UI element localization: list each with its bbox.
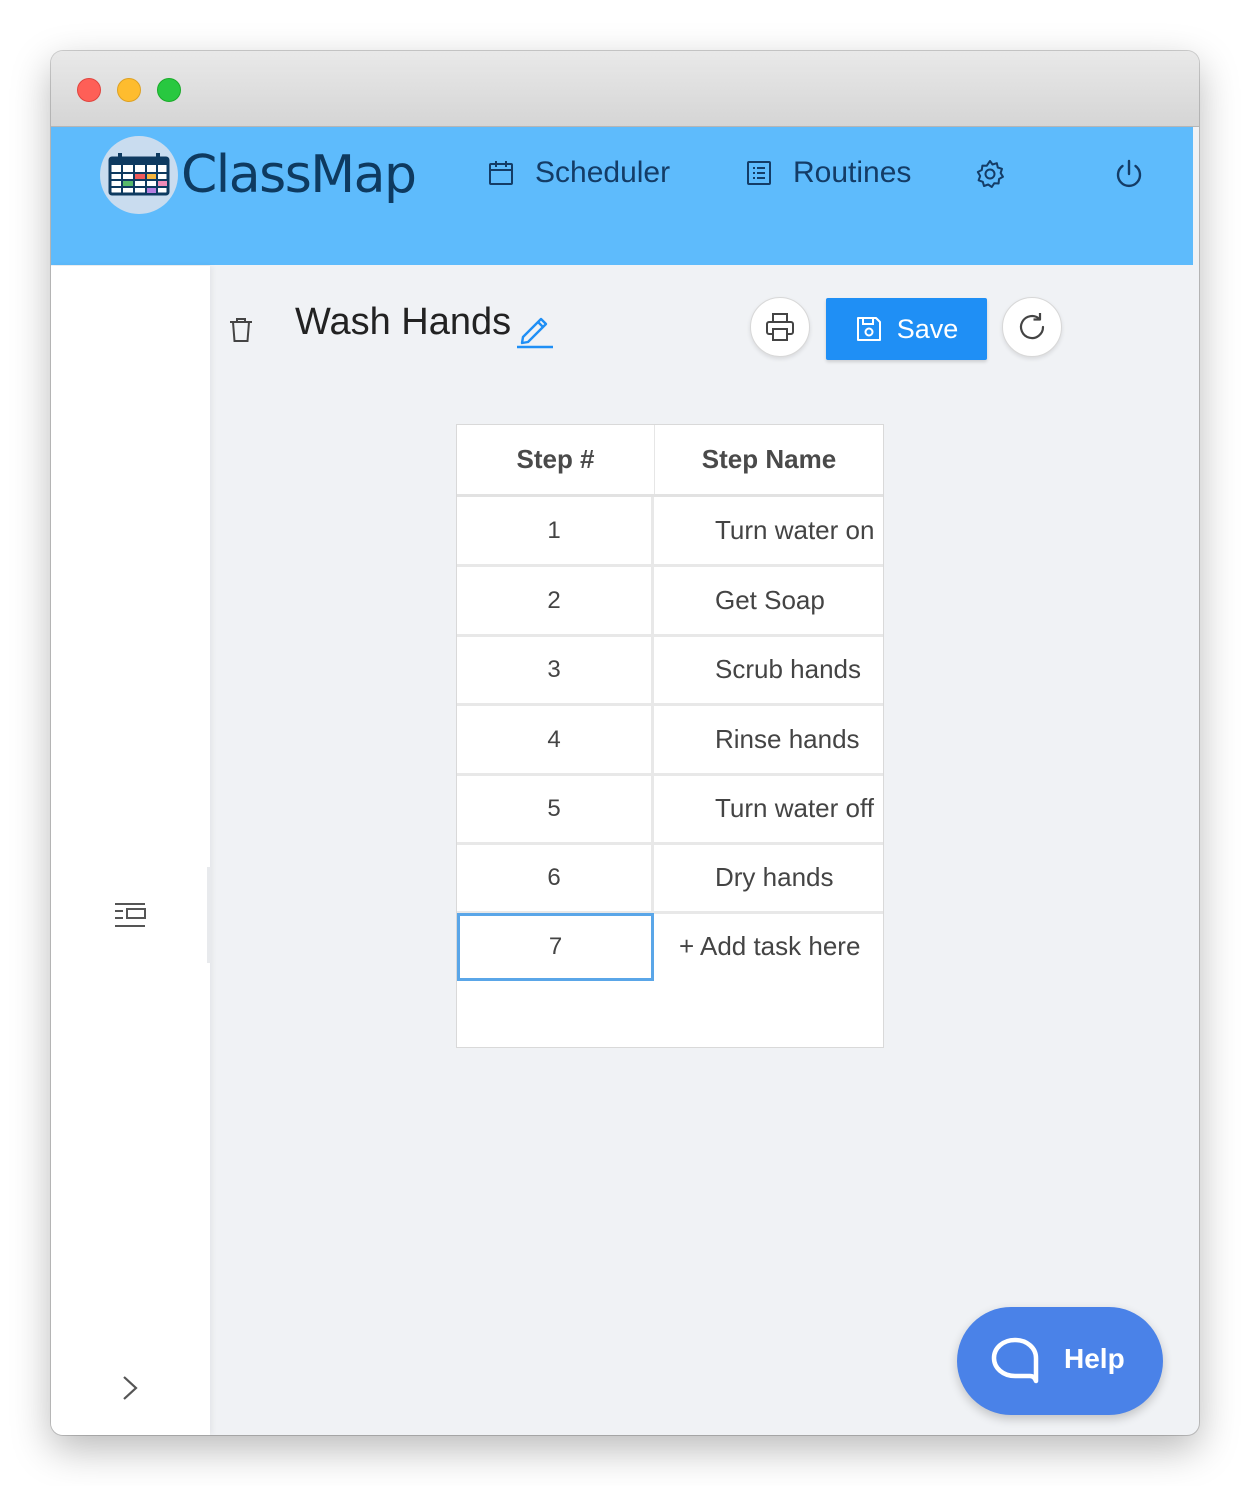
step-number-cell[interactable]: 1	[457, 497, 654, 564]
trash-icon	[230, 318, 252, 342]
window-titlebar[interactable]	[51, 51, 1199, 127]
sidebar	[51, 266, 210, 1435]
indent-list-icon	[115, 903, 146, 927]
step-name-cell[interactable]: Turn water on	[715, 497, 874, 564]
calendar-icon	[489, 161, 513, 185]
help-button[interactable]: Help	[957, 1307, 1163, 1415]
table-row: 5 Turn water off	[457, 775, 883, 845]
table-row-add-task: 7 + Add task here	[457, 913, 883, 983]
nav-routines-label: Routines	[793, 156, 912, 189]
step-number-cell[interactable]: 5	[457, 775, 654, 842]
table-header: Step # Step Name	[457, 425, 883, 497]
power-icon	[1116, 159, 1142, 188]
routine-title: Wash Hands	[295, 301, 512, 343]
refresh-button[interactable]	[1002, 297, 1062, 357]
delete-routine-button[interactable]	[227, 316, 255, 344]
step-number-cell[interactable]: 2	[457, 567, 654, 634]
save-button-label: Save	[896, 313, 959, 344]
sidebar-expand-button[interactable]	[117, 1373, 143, 1403]
step-name-cell[interactable]: Turn water off	[715, 775, 874, 842]
step-number-cell[interactable]: 3	[457, 636, 654, 703]
app-header: ClassMap Scheduler Routines	[51, 127, 1193, 265]
table-row: 4 Rinse hands	[457, 706, 883, 776]
print-button[interactable]	[750, 297, 810, 357]
step-name-cell[interactable]: Get Soap	[715, 567, 825, 634]
nav-scheduler-label: Scheduler	[535, 156, 671, 189]
chevron-right-icon	[123, 1376, 138, 1400]
steps-table: Step # Step Name 1 Turn water on 2 Get S…	[456, 424, 884, 1048]
sidebar-resize-handle[interactable]	[207, 867, 211, 963]
gear-icon	[976, 160, 1004, 188]
window-maximize-button[interactable]	[157, 78, 181, 102]
table-row: 6 Dry hands	[457, 844, 883, 914]
add-task-cell[interactable]: + Add task here	[679, 913, 860, 980]
step-number-cell[interactable]: 6	[457, 844, 654, 911]
nav-scheduler[interactable]: Scheduler	[487, 153, 670, 193]
app-logo-text[interactable]: ClassMap	[181, 145, 417, 205]
table-row: 2 Get Soap	[457, 567, 883, 637]
logo-icon[interactable]	[100, 136, 178, 214]
table-row: 1 Turn water on	[457, 497, 883, 567]
step-name-cell[interactable]: Dry hands	[715, 844, 834, 911]
help-button-label: Help	[1064, 1343, 1125, 1374]
power-button[interactable]	[1112, 157, 1146, 191]
save-button[interactable]: Save	[826, 298, 987, 360]
chat-bubble-icon	[991, 1337, 1039, 1384]
edit-title-button[interactable]	[515, 309, 555, 349]
column-header-step-number: Step #	[457, 425, 655, 494]
step-name-cell[interactable]: Scrub hands	[715, 636, 861, 703]
table-row: 3 Scrub hands	[457, 636, 883, 706]
nav-routines[interactable]: Routines	[745, 153, 911, 193]
step-name-cell[interactable]: Rinse hands	[715, 706, 860, 773]
step-number-cell[interactable]: 4	[457, 706, 654, 773]
settings-button[interactable]	[973, 157, 1007, 191]
column-header-step-name: Step Name	[701, 444, 837, 474]
step-number-cell-selected[interactable]: 7	[457, 913, 654, 981]
app-window: ClassMap Scheduler Routines Wash Hands S…	[51, 51, 1199, 1435]
list-icon	[747, 161, 771, 185]
pencil-icon	[517, 317, 553, 349]
refresh-icon	[1019, 313, 1045, 340]
floppy-disk-icon	[856, 317, 881, 341]
window-close-button[interactable]	[77, 78, 101, 102]
printer-icon	[766, 313, 794, 341]
window-minimize-button[interactable]	[117, 78, 141, 102]
sidebar-toggle-button[interactable]	[113, 901, 147, 931]
